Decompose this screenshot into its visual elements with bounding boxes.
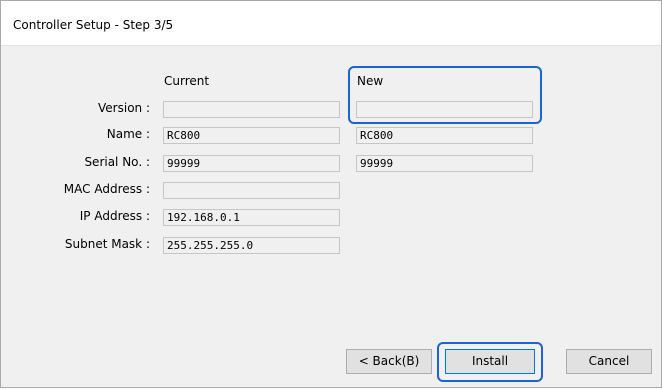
cancel-button[interactable]: Cancel	[566, 349, 652, 374]
serial-number-label: Serial No. :	[84, 155, 150, 169]
subnet-mask-label: Subnet Mask :	[64, 237, 150, 251]
mac-address-label: MAC Address :	[63, 182, 150, 196]
setup-dialog: Controller Setup - Step 3/5 Current New …	[0, 0, 662, 388]
title-bar: Controller Setup - Step 3/5	[1, 1, 661, 46]
new-version-highlight	[348, 66, 542, 124]
back-button[interactable]: < Back(B)	[346, 349, 432, 374]
current-serial-number-field: 99999	[163, 155, 340, 172]
window-title: Controller Setup - Step 3/5	[13, 18, 174, 32]
new-serial-number-field: 99999	[356, 155, 533, 172]
current-name-field: RC800	[163, 127, 340, 144]
current-column-header: Current	[164, 74, 210, 88]
name-label: Name :	[106, 127, 150, 141]
current-mac-address-field	[163, 182, 340, 199]
new-name-field: RC800	[356, 127, 533, 144]
ip-address-label: IP Address :	[79, 209, 150, 223]
version-label: Version :	[98, 101, 150, 115]
current-version-field	[163, 101, 340, 118]
current-ip-address-field: 192.168.0.1	[163, 209, 340, 226]
current-subnet-mask-field: 255.255.255.0	[163, 237, 340, 254]
install-highlight	[437, 342, 543, 382]
